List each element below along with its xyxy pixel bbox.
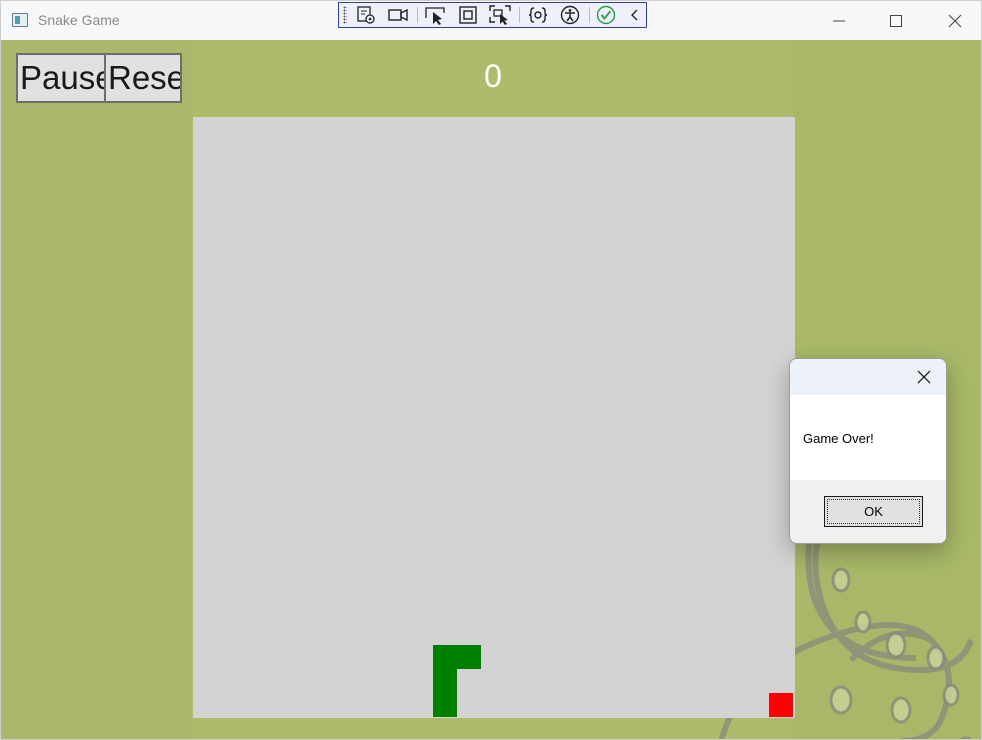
- dialog-title-bar[interactable]: [790, 359, 946, 395]
- snake-game-window: Snake Game Pause Res 0 Game Over! OK: [0, 0, 982, 740]
- app-window-icon: [12, 13, 28, 27]
- snake-segment: [433, 693, 457, 717]
- checkmark-icon[interactable]: [595, 5, 617, 25]
- dialog-message: Game Over!: [803, 431, 874, 446]
- background-panel-left: [1, 40, 191, 739]
- maximize-button[interactable]: [868, 1, 924, 40]
- select-element-icon[interactable]: [425, 5, 447, 25]
- toolbar-separator: [417, 7, 418, 23]
- collapse-chevron-icon[interactable]: [624, 5, 646, 25]
- xaml-debug-toolbar: [338, 2, 647, 28]
- snake-segment: [433, 669, 457, 693]
- display-layout-adorners-icon[interactable]: [457, 5, 479, 25]
- close-icon: [917, 370, 931, 384]
- track-focus-icon[interactable]: [489, 5, 511, 25]
- close-button[interactable]: [927, 1, 981, 40]
- game-board[interactable]: [193, 117, 795, 718]
- accessibility-icon[interactable]: [559, 5, 581, 25]
- snake-segment: [457, 645, 481, 669]
- pause-button[interactable]: Pause: [16, 53, 106, 103]
- toolbar-separator: [519, 7, 520, 23]
- score-display: 0: [484, 58, 502, 94]
- close-icon: [948, 14, 962, 27]
- minimize-icon: [833, 20, 845, 21]
- maximize-icon: [890, 14, 902, 27]
- record-icon[interactable]: [387, 5, 409, 25]
- binding-failures-icon[interactable]: [527, 5, 549, 25]
- window-title: Snake Game: [38, 12, 120, 28]
- reset-button[interactable]: Reset: [104, 53, 182, 103]
- dialog-close-button[interactable]: [908, 361, 940, 393]
- toolbar-separator: [589, 7, 590, 23]
- title-bar[interactable]: Snake Game: [1, 1, 981, 40]
- toolbar-grip-icon[interactable]: [343, 6, 347, 24]
- dialog-footer: OK: [790, 480, 946, 543]
- food-item: [769, 693, 793, 717]
- minimize-button[interactable]: [811, 1, 867, 40]
- live-visual-tree-icon[interactable]: [355, 5, 377, 25]
- game-over-dialog: Game Over! OK: [789, 358, 947, 544]
- snake-segment: [433, 645, 457, 669]
- ok-button[interactable]: OK: [824, 496, 923, 527]
